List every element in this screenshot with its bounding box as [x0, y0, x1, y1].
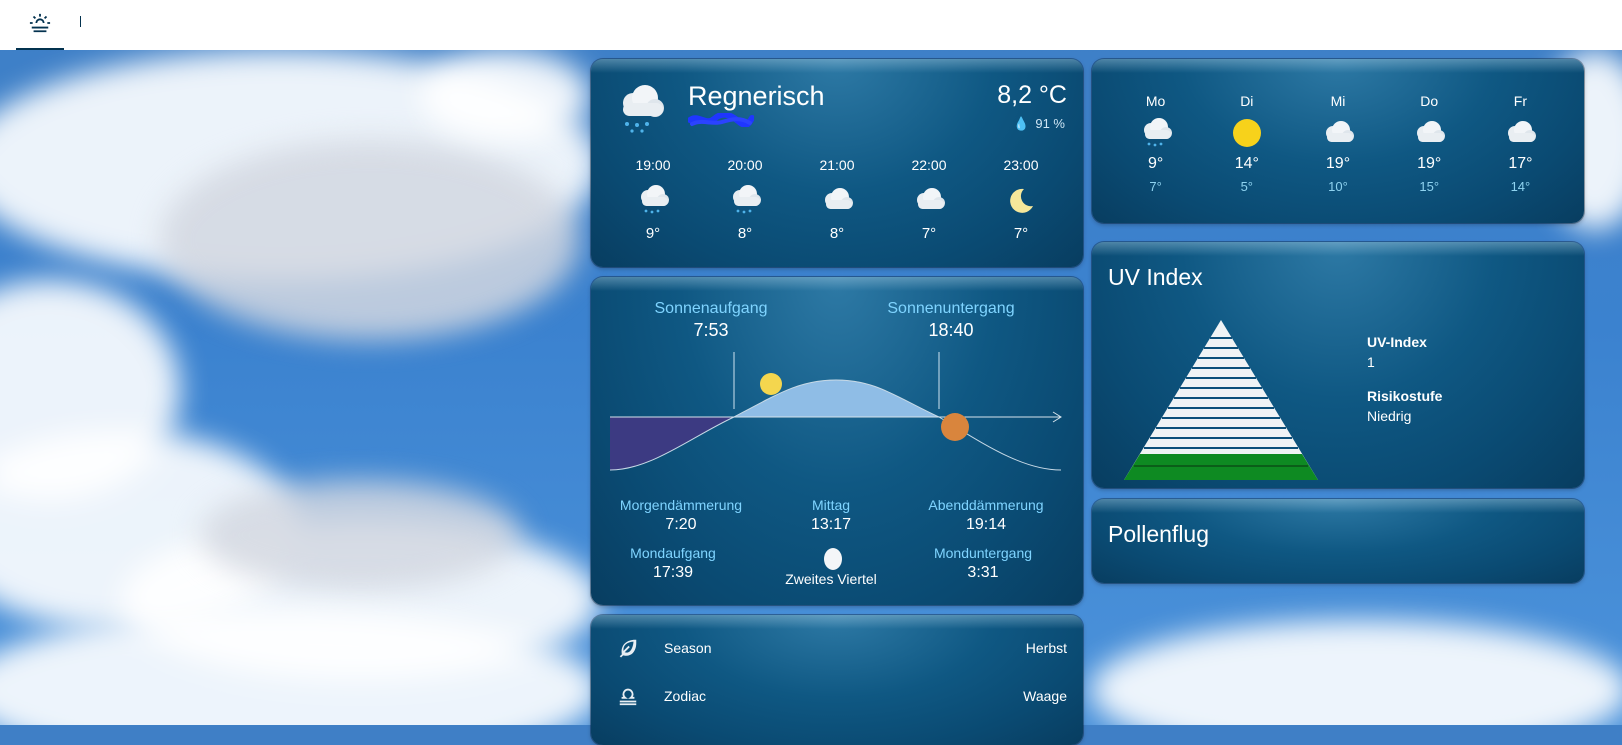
humidity: 💧 91 % [1013, 116, 1065, 132]
hour-time: 23:00 [1003, 157, 1039, 173]
hour-temp: 8° [737, 225, 753, 242]
moon-marker [941, 413, 969, 441]
day-high: 19° [1325, 155, 1351, 172]
forecast-day: Mi 19° 10° [1292, 93, 1383, 194]
forecast-day: Di 14° 5° [1201, 93, 1292, 194]
sun-marker [760, 373, 782, 395]
season-card[interactable]: Season Herbst Zodiac Waage [591, 615, 1083, 745]
season-value: Herbst [1025, 640, 1067, 656]
humidity-value: 91 % [1035, 116, 1065, 131]
hourly-item: 21:00 8° [791, 157, 883, 242]
day-name: Do [1420, 93, 1439, 109]
redacted-location [688, 113, 754, 127]
cloudy-icon [883, 177, 975, 223]
weather-sunset-icon [29, 12, 51, 39]
tab-divider [80, 16, 81, 27]
day-name: Mo [1145, 93, 1166, 109]
uv-pyramid-icon [1124, 320, 1318, 480]
hour-time: 19:00 [635, 157, 671, 173]
moonset-label: Monduntergang [933, 545, 1033, 561]
hour-time: 20:00 [727, 157, 763, 173]
current-temperature: 8,2 °C [997, 81, 1067, 109]
hourly-item: 19:00 9° [607, 157, 699, 242]
rainy-cloud-icon [607, 177, 699, 223]
uv-index-value: 1 [1367, 354, 1375, 370]
entity-row-season[interactable]: Season Herbst [591, 625, 1083, 671]
hour-time: 22:00 [911, 157, 947, 173]
forecast-day: Mo 9° 7° [1110, 93, 1201, 194]
sun-icon [1201, 113, 1292, 153]
uv-index-label: UV-Index [1367, 334, 1427, 350]
day-high: 14° [1234, 155, 1259, 172]
day-name: Fr [1513, 93, 1528, 109]
day-low: 15° [1419, 179, 1440, 194]
night-area [610, 417, 734, 470]
weather-card[interactable]: Regnerisch 8,2 °C 💧 91 % 19:00 9° 20:00 8… [591, 59, 1083, 267]
day-low: 5° [1240, 179, 1254, 194]
rainy-cloud-icon [1110, 113, 1201, 153]
hour-temp: 9° [645, 225, 661, 242]
pollen-card[interactable]: Pollenflug [1092, 499, 1584, 583]
hour-temp: 7° [1013, 225, 1029, 242]
forecast-day: Do 19° 15° [1384, 93, 1475, 194]
cloudy-icon [1475, 113, 1566, 153]
rainy-cloud-icon [699, 177, 791, 223]
hourly-item: 20:00 8° [699, 157, 791, 242]
season-label: Season [664, 640, 712, 656]
entity-row-zodiac[interactable]: Zodiac Waage [591, 673, 1083, 719]
moonrise-time: 17:39 [652, 564, 694, 581]
hour-temp: 8° [829, 225, 845, 242]
dusk-label: Abenddämmerung [928, 497, 1044, 513]
hour-time: 21:00 [819, 157, 855, 173]
day-high: 17° [1508, 155, 1533, 172]
moonrise-label: Mondaufgang [630, 545, 716, 561]
sunset-label: Sonnenuntergang [887, 300, 1015, 317]
cloudy-icon [1292, 113, 1383, 153]
day-high: 19° [1417, 155, 1442, 172]
dawn-time: 7:20 [665, 516, 697, 533]
moon-icon [975, 177, 1067, 223]
risk-level-value: Niedrig [1367, 408, 1412, 424]
hourly-item: 23:00 7° [975, 157, 1067, 242]
zodiac-libra-icon [617, 685, 639, 712]
top-toolbar [0, 0, 1622, 50]
hourly-item: 22:00 7° [883, 157, 975, 242]
sun-card[interactable]: Sonnenaufgang 7:53 Sonnenuntergang 18:40… [591, 277, 1083, 605]
day-name: Di [1240, 93, 1254, 109]
noon-time: 13:17 [810, 516, 852, 533]
active-tab-indicator [16, 48, 64, 50]
risk-level-label: Risikostufe [1367, 388, 1443, 404]
rainy-cloud-icon [611, 81, 669, 142]
day-low: 7° [1149, 179, 1162, 194]
forecast-day: Fr 17° 14° [1475, 93, 1566, 194]
zodiac-label: Zodiac [664, 688, 707, 704]
day-name: Mi [1330, 93, 1346, 109]
cloudy-icon [1384, 113, 1475, 153]
water-drop-icon: 💧 [1013, 116, 1030, 131]
uv-index-card[interactable]: UV Index UV-Index 1 Risikostufe Niedrig [1092, 242, 1584, 488]
sunrise-label: Sonnenaufgang [654, 300, 768, 317]
dusk-time: 19:14 [965, 516, 1007, 533]
pollen-title: Pollenflug [1108, 521, 1210, 547]
weather-condition: Regnerisch [688, 81, 825, 111]
noon-label: Mittag [811, 497, 851, 513]
tab-weather[interactable] [16, 0, 64, 50]
daily-forecast-card[interactable]: Mo 9° 7° Di 14° 5° Mi 19° 10° Do 19° 15°… [1092, 59, 1584, 223]
sun-position-chart [609, 352, 1062, 471]
day-low: 10° [1328, 179, 1348, 194]
leaf-icon [617, 637, 639, 664]
uv-title: UV Index [1108, 264, 1203, 290]
cloudy-icon [791, 177, 883, 223]
dawn-label: Morgendämmerung [619, 497, 743, 513]
moon-phase: Zweites Viertel [785, 571, 877, 587]
day-high: 9° [1147, 155, 1164, 172]
daily-forecast: Mo 9° 7° Di 14° 5° Mi 19° 10° Do 19° 15°… [1110, 93, 1566, 194]
moonset-time: 3:31 [967, 564, 999, 581]
zodiac-value: Waage [1023, 688, 1067, 704]
day-low: 14° [1510, 179, 1531, 194]
hour-temp: 7° [921, 225, 937, 242]
hourly-forecast: 19:00 9° 20:00 8° 21:00 8° 22:00 7° 23:0… [607, 157, 1067, 242]
